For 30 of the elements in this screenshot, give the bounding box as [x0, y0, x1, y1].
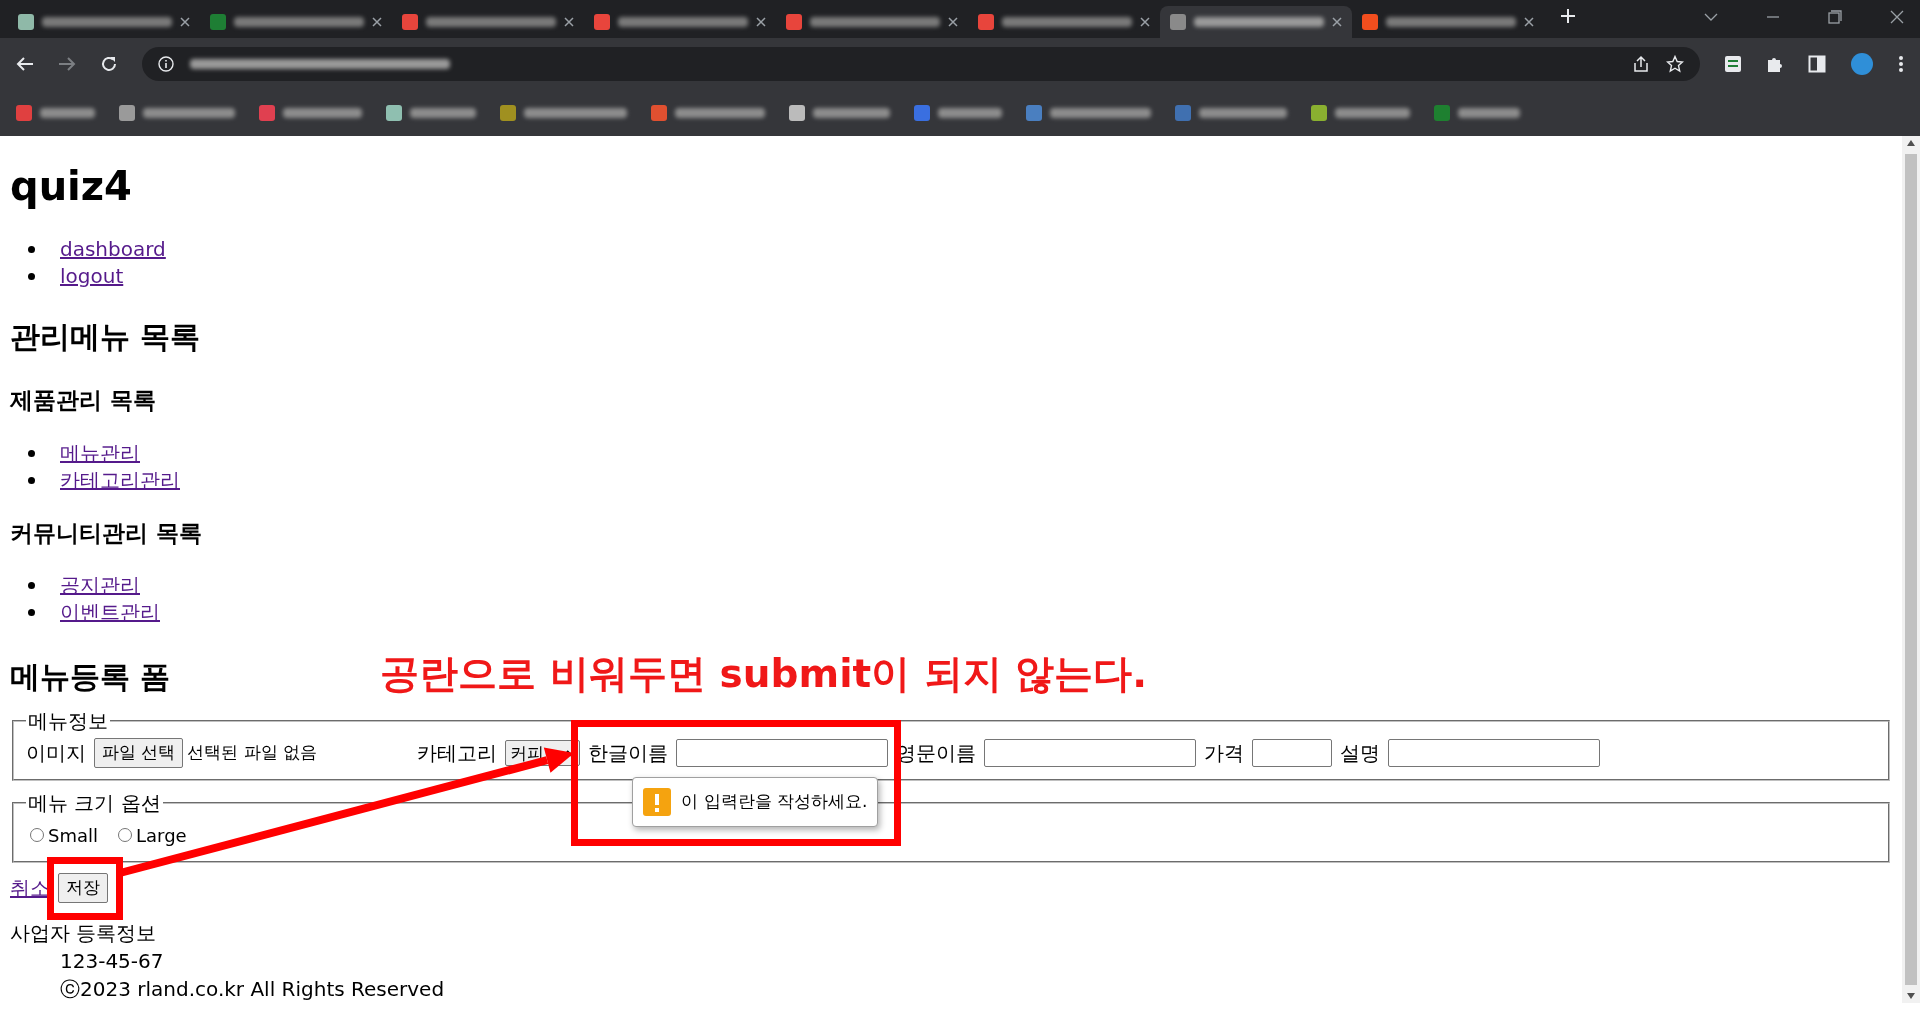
field-label: 이미지 — [26, 740, 86, 767]
footer-text: ⓒ2023 rland.co.kr All Rights Reserved — [60, 976, 446, 1003]
field-label: 가격 — [1204, 740, 1245, 767]
field-label: 설명 — [1340, 740, 1381, 767]
field-label: 영문이름 — [896, 740, 977, 767]
nav-link-text[interactable]: 이벤트관리 — [60, 599, 160, 626]
field-label: 카테고리 — [417, 740, 498, 767]
radio-label: Small — [48, 823, 98, 848]
nav-link-text[interactable]: 메뉴관리 — [60, 439, 140, 467]
file-select-button[interactable]: 파일 선택 — [94, 738, 184, 768]
footer-term: 사업자 등록정보 — [10, 920, 158, 947]
page-title: quiz4 — [10, 162, 133, 210]
field-label: 한글이름 — [588, 740, 669, 767]
tooltip-text: 이 입력란을 작성하세요. — [681, 790, 868, 814]
file-status-text: 선택된 파일 없음 — [187, 741, 318, 765]
nav-link-text[interactable]: dashboard — [60, 236, 166, 263]
subsection-heading: 제품관리 목록 — [10, 386, 157, 415]
subsection-heading: 커뮤니티관리 목록 — [10, 518, 203, 548]
nav-link-text[interactable]: logout — [60, 263, 124, 290]
footer-text: 123-45-67 — [60, 948, 165, 975]
cancel-link[interactable]: 취소 — [10, 873, 50, 903]
fieldset-legend: 메뉴 크기 옵션 — [26, 791, 163, 815]
nav-link-text[interactable]: 카테고리관리 — [60, 466, 180, 494]
nav-link-text[interactable]: 공지관리 — [60, 572, 140, 599]
form-heading: 메뉴등록 폼 — [10, 658, 171, 696]
fieldset-legend: 메뉴정보 — [26, 709, 110, 733]
save-button[interactable]: 저장 — [58, 873, 108, 903]
radio-label: Large — [136, 823, 187, 848]
annotation-text: 공란으로 비워두면 submit이 되지 않는다. — [380, 650, 1148, 699]
section-heading: 관리메뉴 목록 — [10, 318, 202, 356]
